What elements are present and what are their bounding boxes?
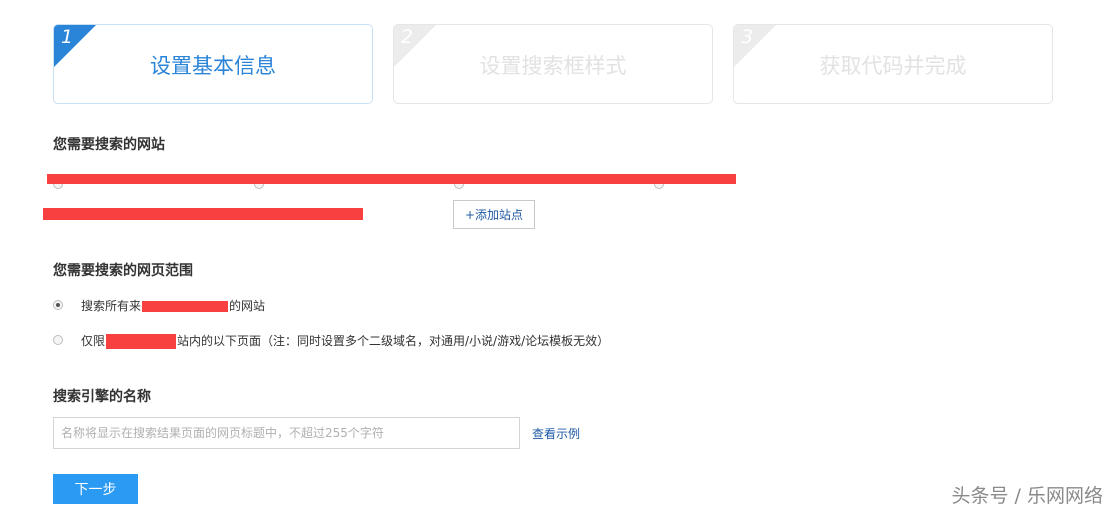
scope-option-limited-text-before: 仅限 — [81, 334, 106, 348]
watermark: 头条号 / 乐网网络 — [951, 485, 1103, 507]
step-indicator: 1 设置基本信息 2 设置搜索框样式 3 获取代码并完成 — [53, 24, 1053, 104]
redaction-bar — [106, 334, 177, 349]
redaction-bar — [142, 301, 229, 312]
scope-option-all-text-after: 的网站 — [229, 299, 266, 313]
scope-option-all-text-before: 搜索所有来 — [81, 299, 142, 313]
site-section-title: 您需要搜索的网站 — [53, 137, 165, 153]
add-site-button[interactable]: +添加站点 — [453, 200, 535, 229]
scope-radio-all[interactable] — [53, 300, 63, 310]
next-step-button[interactable]: 下一步 — [53, 474, 138, 504]
scope-option-all[interactable]: 搜索所有来 的网站 — [81, 297, 265, 314]
step-number: 3 — [741, 26, 754, 48]
name-section-title: 搜索引擎的名称 — [53, 389, 151, 405]
redaction-bar — [43, 208, 363, 220]
scope-option-limited-text-after: 站内的以下页面（注：同时设置多个二级域名，对通用/小说/游戏/论坛模板无效） — [177, 334, 610, 348]
step-3: 3 获取代码并完成 — [733, 24, 1053, 104]
scope-section-title: 您需要搜索的网页范围 — [53, 263, 193, 279]
step-label: 设置搜索框样式 — [479, 54, 627, 78]
scope-option-limited[interactable]: 仅限 站内的以下页面（注：同时设置多个二级域名，对通用/小说/游戏/论坛模板无效） — [81, 332, 609, 349]
redaction-bar — [47, 174, 736, 184]
step-1: 1 设置基本信息 — [53, 24, 373, 104]
step-number: 2 — [401, 26, 414, 48]
search-engine-name-input[interactable] — [53, 417, 520, 449]
step-label: 设置基本信息 — [150, 54, 276, 78]
step-2: 2 设置搜索框样式 — [393, 24, 713, 104]
step-label: 获取代码并完成 — [819, 54, 967, 78]
scope-radio-limited[interactable] — [53, 335, 63, 345]
view-example-link[interactable]: 查看示例 — [532, 425, 580, 442]
step-number: 1 — [61, 26, 74, 48]
